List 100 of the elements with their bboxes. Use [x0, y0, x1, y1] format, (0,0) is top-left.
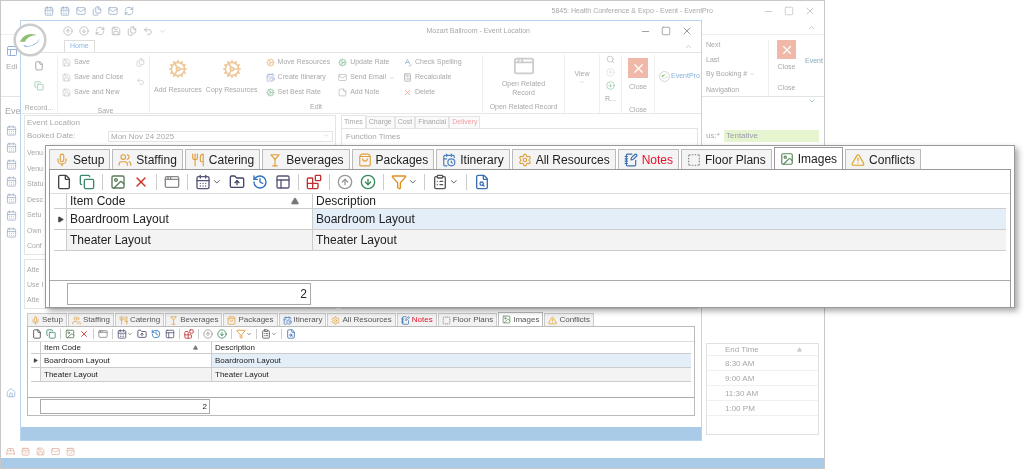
tab[interactable]: Notes	[617, 149, 680, 169]
image-icon[interactable]	[65, 329, 75, 339]
calendar-icon[interactable]	[195, 173, 211, 190]
column-header[interactable]: End Time	[707, 344, 818, 356]
close-icon[interactable]	[79, 329, 89, 339]
close-icon[interactable]	[681, 25, 693, 37]
new-document-icon[interactable]	[32, 329, 42, 339]
panel-icon[interactable]	[274, 173, 291, 190]
maximize-icon[interactable]	[784, 6, 794, 16]
footer-icon[interactable]	[66, 446, 75, 456]
toolbar-icon[interactable]	[63, 26, 73, 36]
calendar-icon[interactable]	[117, 329, 127, 339]
toolbar-icon[interactable]	[76, 6, 86, 16]
dropdown-icon[interactable]	[808, 97, 816, 105]
tab[interactable]: All Resources	[327, 313, 396, 326]
window-icon[interactable]	[164, 173, 180, 190]
tab[interactable]: Notes	[396, 313, 437, 326]
people-icon	[71, 315, 81, 325]
toolbar-icon[interactable]	[143, 26, 153, 36]
list-icon[interactable]	[261, 329, 271, 339]
footer-icon[interactable]	[36, 446, 45, 456]
note-icon	[623, 152, 638, 167]
image-icon[interactable]	[110, 173, 126, 190]
toolbar-icon[interactable]	[127, 26, 137, 36]
toolbar-icon[interactable]	[95, 26, 105, 36]
date-field[interactable]: Mon Nov 24 2025	[108, 130, 333, 142]
footer-icon[interactable]	[21, 446, 30, 456]
home-icon[interactable]	[6, 388, 16, 398]
toolbar-icon[interactable]	[111, 26, 121, 36]
note-icon	[400, 315, 410, 325]
tab[interactable]: Packages	[223, 313, 278, 326]
undo-icon[interactable]	[136, 77, 145, 86]
history-icon[interactable]	[251, 173, 268, 190]
tab[interactable]: Floor Plans	[437, 313, 498, 326]
blocks-icon[interactable]	[305, 173, 322, 190]
tab[interactable]: Images	[498, 312, 544, 326]
tab[interactable]: Staffing	[112, 149, 183, 169]
status-field[interactable]: Tentative	[724, 130, 819, 142]
toolbar-icon[interactable]	[60, 6, 70, 16]
table-cell: 8:30 AM	[707, 356, 818, 371]
toolbar-icon[interactable]	[124, 6, 134, 16]
sidebar-icon[interactable]	[5, 141, 17, 153]
caret-icon[interactable]	[246, 331, 252, 337]
tab[interactable]: Setup	[49, 149, 111, 169]
filter-icon[interactable]	[390, 173, 407, 190]
search-icon[interactable]	[286, 329, 296, 339]
tab[interactable]: Beverages	[262, 149, 350, 169]
tab[interactable]: Itinerary	[278, 313, 327, 326]
tab[interactable]: Itinerary	[436, 149, 510, 169]
sidebar-icon[interactable]	[5, 124, 17, 136]
history-icon[interactable]	[151, 329, 161, 339]
toolbar-icon[interactable]	[108, 6, 118, 16]
sort-arrow-icon	[797, 347, 802, 352]
edit-icon[interactable]	[6, 45, 18, 57]
collapse-icon[interactable]	[684, 42, 693, 51]
sidebar-icon[interactable]	[5, 158, 17, 170]
filter-icon[interactable]	[236, 329, 246, 339]
footer-icon[interactable]	[51, 446, 60, 456]
column-header[interactable]: Item Code	[40, 342, 211, 353]
tab[interactable]: Conflicts	[845, 149, 922, 169]
sidebar-icon[interactable]	[5, 209, 17, 221]
new-icon[interactable]	[34, 61, 44, 71]
caret-icon[interactable]	[127, 331, 133, 337]
column-header[interactable]: Description	[312, 194, 1006, 208]
panel-icon[interactable]	[165, 329, 175, 339]
tab[interactable]: Floor Plans	[681, 149, 772, 169]
tab[interactable]: Images	[773, 147, 844, 169]
sidebar-icon[interactable]	[5, 226, 17, 238]
folder-icon[interactable]	[228, 173, 245, 190]
toolbar-icon[interactable]	[79, 26, 89, 36]
toolbar-icon[interactable]	[92, 6, 102, 16]
tab[interactable]: Packages	[351, 149, 435, 169]
image-icon	[779, 151, 794, 166]
collapse-icon[interactable]	[807, 23, 816, 32]
save-icon[interactable]	[136, 58, 145, 67]
footer-icon[interactable]	[6, 446, 15, 456]
blocks-icon[interactable]	[184, 329, 194, 339]
tab[interactable]: Beverages	[165, 313, 223, 326]
list-icon[interactable]	[432, 173, 449, 190]
utensils-icon	[190, 152, 205, 167]
button-icon	[62, 73, 71, 82]
folder-icon[interactable]	[137, 329, 147, 339]
new-document-icon[interactable]	[56, 173, 72, 190]
caret-icon[interactable]	[271, 331, 277, 337]
tab[interactable]: Staffing	[67, 313, 114, 326]
column-header[interactable]: Item Code	[66, 194, 312, 208]
column-header[interactable]: Description	[211, 342, 691, 353]
sidebar-icon[interactable]	[5, 175, 17, 187]
toolbar-icon[interactable]	[44, 6, 54, 16]
tab[interactable]: Catering	[114, 313, 165, 326]
search-icon[interactable]	[473, 173, 490, 190]
tab[interactable]: Catering	[184, 149, 261, 169]
sidebar-icon[interactable]	[5, 192, 17, 204]
maximize-icon[interactable]	[661, 26, 671, 36]
tab[interactable]: Conflicts	[544, 313, 595, 326]
window-icon[interactable]	[98, 329, 108, 339]
tab[interactable]: All Resources	[511, 149, 616, 169]
copy-icon[interactable]	[46, 329, 56, 339]
copy-icon[interactable]	[79, 173, 95, 190]
tab[interactable]: Setup	[27, 313, 67, 326]
